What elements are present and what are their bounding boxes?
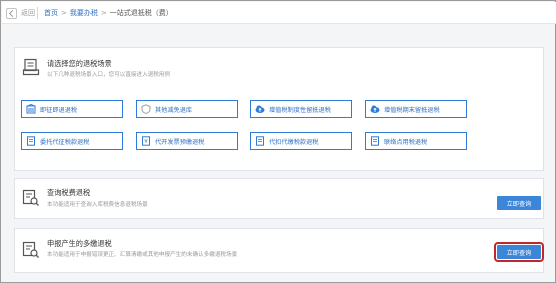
query-now-button[interactable]: 立即查询 [497, 196, 541, 210]
scenario-invoice-prepay[interactable]: ¥ 代开发票预缴退税 [136, 132, 238, 150]
scenario-label: 委托代征税款退税 [40, 138, 90, 146]
back-arrow-icon [6, 7, 17, 19]
scenario-other-relief[interactable]: 其他减免退库 [136, 100, 238, 118]
document-icon [371, 136, 379, 146]
top-bar: 返回 首页 > 我要办税 > 一站式退抵税（费） [2, 2, 556, 24]
breadcrumb-separator: > [61, 9, 67, 17]
svg-text:¥: ¥ [144, 139, 148, 145]
scenario-subtitle: 以下几种退税场景入口，您可以直接进入退税用例 [47, 72, 171, 78]
scenario-label: 其他减免退库 [155, 106, 193, 114]
search-document-icon [22, 241, 39, 258]
breadcrumb-home[interactable]: 首页 [44, 8, 58, 18]
breadcrumb-tax[interactable]: 我要办税 [70, 8, 98, 18]
scenario-label: 联络点用税退税 [384, 138, 428, 146]
app-window: 返回 首页 > 我要办税 > 一站式退抵税（费） 请选择您的退税场景 以下几种退… [0, 0, 556, 283]
cloud-upload-icon [370, 105, 380, 113]
search-document-icon [22, 189, 39, 206]
scenario-label: 代扣代缴税款退税 [269, 138, 319, 146]
query-refund-title: 查询税费退税 [47, 188, 91, 197]
query-now-button[interactable]: 立即查询 [494, 242, 544, 262]
building-icon [26, 104, 36, 114]
scenario-entrusted-collection[interactable]: 委托代征税款退税 [21, 132, 123, 150]
form-icon [22, 58, 40, 76]
scenario-vat-period-end[interactable]: 增值税期末留抵退税 [365, 100, 467, 118]
breadcrumb-current: 一站式退抵税（费） [109, 9, 173, 17]
shield-icon [141, 104, 151, 114]
overpaid-refund-panel: 申报产生的多缴退税 本功能适用于申报错误更正、汇算清缴或其他申报产生的未确认多缴… [14, 228, 544, 273]
back-button[interactable]: 返回 [6, 6, 35, 20]
invoice-icon: ¥ [142, 136, 150, 146]
breadcrumb: 首页 > 我要办税 > 一站式退抵税（费） [44, 8, 173, 18]
scenario-withholding[interactable]: 代扣代缴税款退税 [250, 132, 352, 150]
query-refund-subtitle: 本功能适用于查询入库税费信息退税场景 [47, 202, 148, 208]
back-label: 返回 [21, 9, 35, 17]
scenario-immediate-refund[interactable]: 即征即退退税 [21, 100, 123, 118]
document-icon [27, 136, 35, 146]
breadcrumb-separator: > [100, 9, 107, 17]
scenario-label: 增值税制度性留抵退税 [269, 106, 331, 114]
scenario-contact-point[interactable]: 联络点用税退税 [365, 132, 467, 150]
scenario-label: 即征即退退税 [40, 106, 78, 114]
scenario-panel: 请选择您的退税场景 以下几种退税场景入口，您可以直接进入退税用例 即征即退退税 … [14, 47, 544, 171]
overpaid-refund-subtitle: 本功能适用于申报错误更正、汇算清缴或其他申报产生的未确认多缴退税场景 [47, 252, 238, 258]
scenario-vat-institutional[interactable]: 增值税制度性留抵退税 [250, 100, 352, 118]
cloud-upload-icon [255, 105, 265, 113]
scenario-label: 代开发票预缴退税 [155, 138, 205, 146]
query-refund-panel: 查询税费退税 本功能适用于查询入库税费信息退税场景 立即查询 [14, 178, 544, 219]
divider [37, 7, 38, 19]
scenario-label: 增值税期末留抵退税 [384, 106, 440, 114]
overpaid-refund-title: 申报产生的多缴退税 [47, 239, 112, 248]
document-icon [256, 136, 264, 146]
scenario-title: 请选择您的退税场景 [47, 59, 112, 68]
